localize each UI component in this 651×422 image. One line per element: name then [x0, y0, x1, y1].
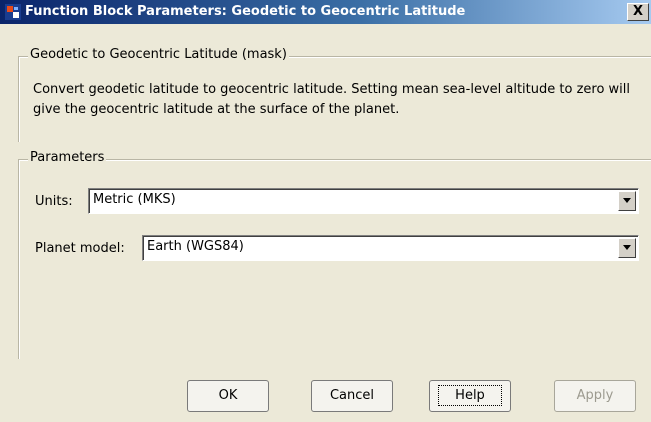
units-select-value: Metric (MKS) [93, 192, 176, 207]
cancel-button[interactable]: Cancel [311, 380, 393, 412]
dialog-window: Function Block Parameters: Geodetic to G… [0, 0, 651, 422]
help-button-label: Help [438, 385, 502, 406]
units-label: Units: [35, 194, 73, 209]
mask-group-label: Geodetic to Geocentric Latitude (mask) [28, 47, 289, 62]
title-bar[interactable]: Function Block Parameters: Geodetic to G… [0, 0, 651, 24]
mask-description: Convert geodetic latitude to geocentric … [33, 82, 631, 117]
apply-button[interactable]: Apply [554, 380, 636, 412]
parameters-group-label: Parameters [28, 150, 107, 165]
units-dropdown-button[interactable] [618, 191, 636, 211]
planet-model-select[interactable]: Earth (WGS84) [142, 235, 639, 261]
close-button[interactable]: X [627, 3, 649, 21]
close-icon: X [632, 4, 644, 19]
planet-model-select-value: Earth (WGS84) [147, 239, 244, 254]
ok-button[interactable]: OK [187, 380, 269, 412]
chevron-down-icon [623, 198, 631, 203]
planet-model-label: Planet model: [35, 241, 125, 256]
window-title: Function Block Parameters: Geodetic to G… [25, 4, 466, 19]
units-select[interactable]: Metric (MKS) [88, 188, 639, 214]
help-button[interactable]: Help [429, 380, 511, 412]
planet-model-dropdown-button[interactable] [618, 238, 636, 258]
chevron-down-icon [623, 245, 631, 250]
simulink-block-icon [5, 4, 21, 20]
